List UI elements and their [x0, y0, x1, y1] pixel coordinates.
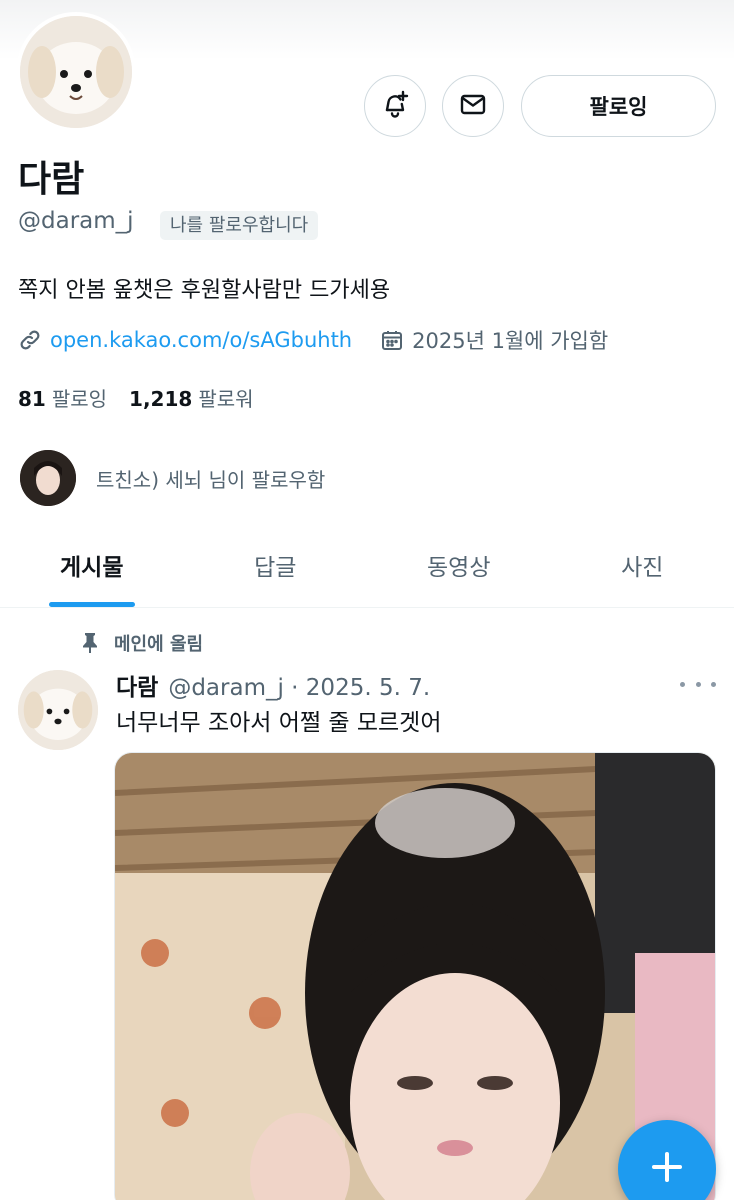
profile-name: 다람 — [18, 159, 85, 200]
tab-videos[interactable]: 동영상 — [367, 522, 551, 607]
post-author-name[interactable]: 다람 — [116, 668, 158, 702]
profile-handle: @daram_j — [18, 208, 134, 234]
link-icon — [18, 327, 44, 353]
following-count[interactable]: 81 팔로잉 — [18, 383, 107, 412]
follower-avatar — [20, 450, 76, 506]
calendar-icon — [380, 327, 406, 353]
active-tab-indicator — [48, 602, 135, 607]
post-text: 너무너무 조아서 어쩔 줄 모르겟어 — [116, 710, 442, 736]
joined-date: 2025년 1월에 가입함 — [412, 329, 609, 353]
profile-avatar[interactable] — [16, 12, 136, 132]
tab-replies[interactable]: 답글 — [184, 522, 368, 607]
followers-count[interactable]: 1,218 팔로워 — [129, 383, 253, 412]
envelope-icon — [458, 89, 488, 123]
message-button[interactable] — [442, 75, 504, 137]
post-photo[interactable] — [114, 752, 716, 1200]
profile-bio: 쪽지 안봄 옾챗은 후원할사람만 드가세용 — [18, 278, 391, 303]
follow-counts: 81 팔로잉 1,218 팔로워 — [18, 383, 276, 412]
following-button[interactable]: 팔로잉 — [521, 75, 716, 137]
more-options-icon[interactable] — [680, 672, 716, 696]
post-handle-date[interactable]: @daram_j · 2025. 5. 7. — [168, 675, 430, 701]
tab-posts[interactable]: 게시물 — [0, 522, 184, 607]
post-avatar[interactable] — [18, 670, 98, 750]
profile-tabs: 게시물 답글 동영상 사진 — [0, 522, 734, 608]
pinned-label: 메인에 올림 — [80, 630, 203, 656]
pin-icon — [80, 632, 102, 654]
profile-link[interactable]: open.kakao.com/o/sAGbuhth — [50, 328, 352, 352]
notify-button[interactable] — [364, 75, 426, 137]
bell-plus-icon — [380, 89, 410, 123]
tab-photos[interactable]: 사진 — [551, 522, 734, 607]
profile-meta: open.kakao.com/o/sAGbuhth 2025년 1월에 가입함 — [18, 325, 608, 355]
post-header: 다람 @daram_j · 2025. 5. 7. — [116, 668, 430, 702]
followed-by-row[interactable]: 트친소) 세뇌 님이 팔로우함 — [20, 450, 325, 506]
followed-by-text: 트친소) 세뇌 님이 팔로우함 — [96, 467, 326, 492]
follows-you-badge: 나를 팔로우합니다 — [160, 211, 319, 240]
plus-icon — [650, 1150, 684, 1188]
